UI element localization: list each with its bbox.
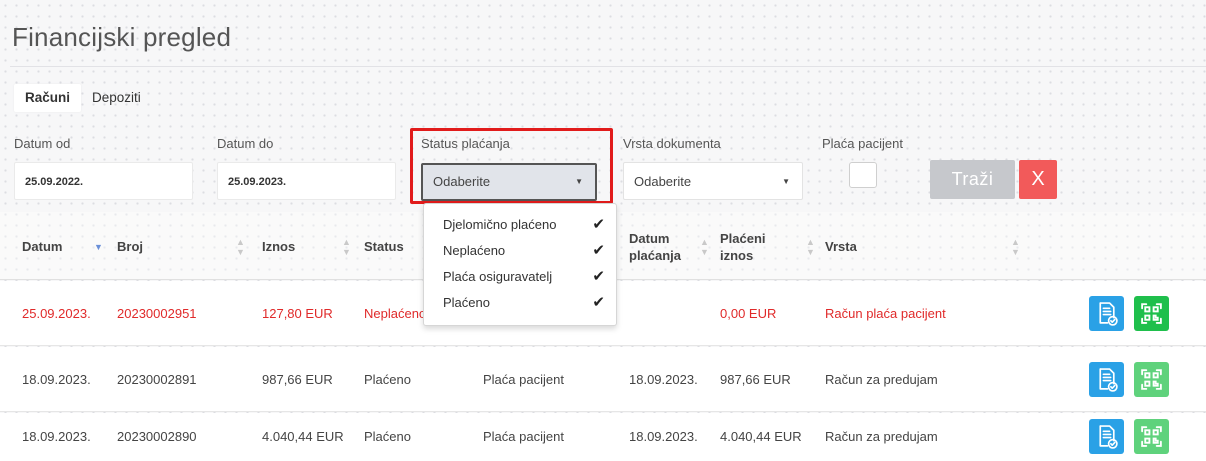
- cell-vrsta: Račun za predujam: [825, 372, 938, 387]
- payment-status-dropdown: Djelomično plaćeno ✔ Neplaćeno ✔ Plaća o…: [423, 203, 617, 326]
- document-check-icon: [1099, 425, 1118, 449]
- date-to-label: Datum do: [217, 136, 274, 151]
- cell-placeni-iznos: 0,00 EUR: [720, 306, 777, 321]
- checkmark-icon: ✔: [592, 216, 605, 233]
- option-label: Plaćeno: [443, 295, 490, 310]
- sort-icon[interactable]: ▲ ▼: [700, 237, 709, 257]
- column-header-vrsta[interactable]: Vrsta: [825, 239, 857, 254]
- chevron-down-icon: ▼: [575, 177, 583, 186]
- tab-depoziti[interactable]: Depoziti: [81, 84, 152, 112]
- option-label: Neplaćeno: [443, 243, 506, 258]
- document-type-select[interactable]: Odaberite ▼: [623, 162, 803, 200]
- cell-datum: 18.09.2023.: [22, 429, 91, 444]
- document-button[interactable]: [1089, 296, 1124, 331]
- column-header-status[interactable]: Status: [364, 239, 404, 254]
- document-type-label: Vrsta dokumenta: [623, 136, 721, 151]
- date-to-input[interactable]: 25.09.2023.: [217, 162, 396, 200]
- table-row[interactable]: 18.09.2023. 20230002891 987,66 EUR Plaće…: [0, 347, 1206, 412]
- column-header-iznos[interactable]: Iznos: [262, 239, 295, 254]
- cell-broj: 20230002890: [117, 429, 197, 444]
- cell-iznos: 987,66 EUR: [262, 372, 333, 387]
- qr-code-button[interactable]: [1134, 362, 1169, 397]
- checkmark-icon: ✔: [592, 268, 605, 285]
- dropdown-option-neplaceno[interactable]: Neplaćeno ✔: [424, 238, 616, 264]
- header-line-2: iznos: [720, 248, 754, 263]
- tab-bar: Računi Depoziti: [14, 84, 152, 112]
- option-label: Plaća osiguravatelj: [443, 269, 553, 284]
- document-check-icon: [1099, 368, 1118, 392]
- sort-icon[interactable]: ▲ ▼: [1011, 237, 1020, 257]
- cell-iznos: 127,80 EUR: [262, 306, 333, 321]
- checkmark-icon: ✔: [592, 294, 605, 311]
- column-header-datum[interactable]: Datum: [22, 239, 62, 254]
- header-line-1: Datum: [629, 231, 670, 246]
- cell-placeni-iznos: 987,66 EUR: [720, 372, 791, 387]
- qr-code-icon: [1141, 303, 1162, 324]
- table-row[interactable]: 18.09.2023. 20230002890 4.040,44 EUR Pla…: [0, 413, 1206, 461]
- date-from-label: Datum od: [14, 136, 71, 151]
- header-line-2: plaćanja: [629, 248, 682, 263]
- cell-datum: 25.09.2023.: [22, 306, 91, 321]
- page-header: Financijski pregled: [0, 0, 1206, 68]
- column-header-broj[interactable]: Broj: [117, 239, 143, 254]
- dropdown-option-djelomicno-placeno[interactable]: Djelomično plaćeno ✔: [424, 212, 616, 238]
- header-divider: [10, 66, 1206, 67]
- cell-status: Plaćeno: [364, 429, 411, 444]
- payment-status-label: Status plaćanja: [421, 136, 510, 151]
- payment-status-select[interactable]: Odaberite ▼: [421, 163, 597, 201]
- cell-vrsta: Račun plaća pacijent: [825, 306, 946, 321]
- dropdown-option-placeno[interactable]: Plaćeno ✔: [424, 290, 616, 316]
- cell-status: Neplaćeno: [364, 306, 427, 321]
- cell-placeni-iznos: 4.040,44 EUR: [720, 429, 802, 444]
- sort-desc-icon[interactable]: ▼: [94, 242, 103, 252]
- payment-status-value: Odaberite: [433, 174, 491, 189]
- clear-filters-button[interactable]: X: [1019, 160, 1057, 199]
- dropdown-option-placa-osiguravatelj[interactable]: Plaća osiguravatelj ✔: [424, 264, 616, 290]
- qr-code-icon: [1141, 426, 1162, 447]
- column-header-placeni-iznos[interactable]: Plaćeni iznos: [720, 230, 766, 264]
- document-check-icon: [1099, 302, 1118, 326]
- sort-icon[interactable]: ▲ ▼: [236, 237, 245, 257]
- cell-vrsta: Račun za predujam: [825, 429, 938, 444]
- header-line-1: Plaćeni: [720, 231, 766, 246]
- chevron-down-icon: ▼: [782, 177, 790, 186]
- document-button[interactable]: [1089, 362, 1124, 397]
- checkmark-icon: ✔: [592, 242, 605, 259]
- sort-icon[interactable]: ▲ ▼: [806, 237, 815, 257]
- page-title: Financijski pregled: [12, 22, 232, 52]
- cell-datum-placanja: 18.09.2023.: [629, 429, 698, 444]
- search-button[interactable]: Traži: [930, 160, 1015, 199]
- cell-datum-placanja: 18.09.2023.: [629, 372, 698, 387]
- cell-nacin: Plaća pacijent: [483, 429, 564, 444]
- patient-pays-checkbox[interactable]: [849, 162, 877, 188]
- cell-iznos: 4.040,44 EUR: [262, 429, 344, 444]
- column-header-datum-placanja[interactable]: Datum plaćanja: [629, 230, 681, 264]
- sort-icon[interactable]: ▲ ▼: [342, 237, 351, 257]
- cell-broj: 20230002951: [117, 306, 197, 321]
- date-from-input[interactable]: 25.09.2022.: [14, 162, 193, 200]
- qr-code-button[interactable]: [1134, 419, 1169, 454]
- document-type-value: Odaberite: [634, 174, 692, 189]
- tab-racuni[interactable]: Računi: [14, 84, 82, 112]
- option-label: Djelomično plaćeno: [443, 217, 557, 232]
- cell-status: Plaćeno: [364, 372, 411, 387]
- document-button[interactable]: [1089, 419, 1124, 454]
- patient-pays-label: Plaća pacijent: [822, 136, 903, 151]
- qr-code-icon: [1141, 369, 1162, 390]
- cell-broj: 20230002891: [117, 372, 197, 387]
- cell-datum: 18.09.2023.: [22, 372, 91, 387]
- qr-code-button[interactable]: [1134, 296, 1169, 331]
- cell-nacin: Plaća pacijent: [483, 372, 564, 387]
